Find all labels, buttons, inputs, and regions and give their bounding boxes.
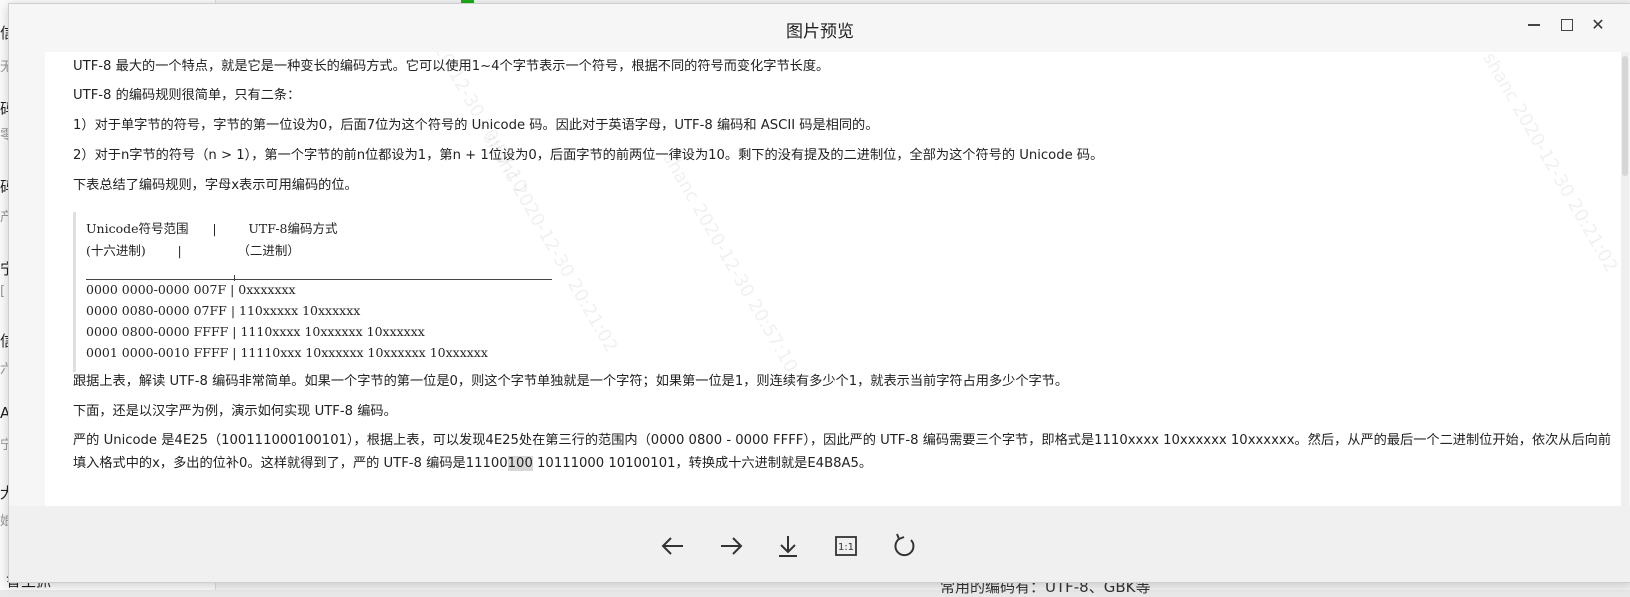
window-title: 图片预览 (786, 22, 854, 42)
watermark-stamp: 2020-12-30 20:21:02 (1507, 99, 1622, 277)
maximize-icon (1561, 19, 1573, 31)
paragraph: 1）对于单字节的符号，字节的第一位设为0，后面7位为这个符号的 Unicode … (73, 118, 879, 133)
minimize-icon (1528, 24, 1540, 26)
code-row: 0000 0800-0000 FFFF | 1110xxxx 10xxxxxx … (86, 324, 425, 339)
watermark: shanc 2020-12-30 20:57:10 (658, 149, 801, 376)
download-button[interactable] (768, 526, 808, 566)
paragraph: 填入格式中的x，多出的位补0。这样就得到了，严的 UTF-8 编码是111001… (73, 454, 872, 474)
paragraph: 下面，还是以汉字严为例，演示如何实现 UTF-8 编码。 (73, 404, 397, 419)
code-divider (86, 279, 552, 280)
preview-image[interactable]: UTF-8 最大的一个特点，就是它是一种变长的编码方式。它可以使用1~4个字节表… (45, 52, 1625, 506)
arrow-right-icon (721, 537, 743, 555)
preview-toolbar: 1:1 (9, 506, 1630, 582)
paragraph: 跟据上表，解读 UTF-8 编码非常简单。如果一个字节的第一位是0，则这个字节单… (73, 374, 1069, 389)
code-row: 0000 0000-0000 007F | 0xxxxxxx (86, 282, 296, 297)
scrollbar-thumb[interactable] (1622, 56, 1628, 176)
paragraph: UTF-8 的编码规则很简单，只有二条： (73, 88, 301, 103)
code-header: (十六进制) | （二进制） (86, 243, 300, 258)
code-row: 0000 0080-0000 07FF | 110xxxxx 10xxxxxx (86, 303, 361, 318)
arrow-left-icon (661, 537, 683, 555)
watermark-user: shanc (1478, 52, 1524, 106)
code-row: 0001 0000-0010 FFFF | 11110xxx 10xxxxxx … (86, 345, 488, 360)
close-button[interactable]: ✕ (1585, 12, 1611, 38)
paragraph: 下表总结了编码规则，字母x表示可用编码的位。 (73, 178, 358, 193)
close-icon: ✕ (1591, 15, 1605, 34)
actual-size-icon: 1:1 (835, 536, 857, 556)
code-block-table: Unicode符号范围 | UTF-8编码方式 (十六进制) | （二进制） 0… (73, 212, 576, 372)
window-titlebar[interactable]: 图片预览 ✕ (9, 4, 1630, 48)
actual-size-button[interactable]: 1:1 (826, 526, 866, 566)
rotate-button[interactable] (884, 526, 924, 566)
vertical-scrollbar[interactable] (1621, 52, 1629, 506)
watermark-stamp: 2020-12-30 20:57:10 (687, 199, 802, 377)
actual-size-label: 1:1 (838, 542, 854, 553)
previous-button[interactable] (653, 526, 693, 566)
selection-highlight: 100 (507, 456, 533, 471)
paragraph: 2）对于n字节的符号（n > 1），第一个字节的前n位都设为1，第n + 1位设… (73, 148, 1104, 163)
code-header: Unicode符号范围 | UTF-8编码方式 (86, 221, 338, 236)
next-button[interactable] (711, 526, 751, 566)
rotate-icon (894, 533, 915, 557)
minimize-button[interactable] (1521, 12, 1547, 38)
code-divider-tick (234, 275, 235, 281)
bg-text: [ (0, 284, 6, 299)
watermark: shanc 2020-12-30 20:21:02 (1478, 52, 1621, 276)
maximize-button[interactable] (1554, 12, 1580, 38)
paragraph-text: 10111000 10100101，转换成十六进制就是E4B8A5。 (532, 456, 873, 471)
download-icon (779, 536, 797, 557)
paragraph: UTF-8 最大的一个特点，就是它是一种变长的编码方式。它可以使用1~4个字节表… (73, 59, 830, 74)
paragraph-text: 填入格式中的x，多出的位补0。这样就得到了，严的 UTF-8 编码是11100 (73, 456, 508, 471)
paragraph: 严的 Unicode 是4E25（100111000100101），根据上表，可… (73, 433, 1612, 448)
image-preview-window: 图片预览 ✕ UTF-8 最大的一个特点，就是它是一种变长的编码方式。它可以使用… (8, 3, 1630, 583)
